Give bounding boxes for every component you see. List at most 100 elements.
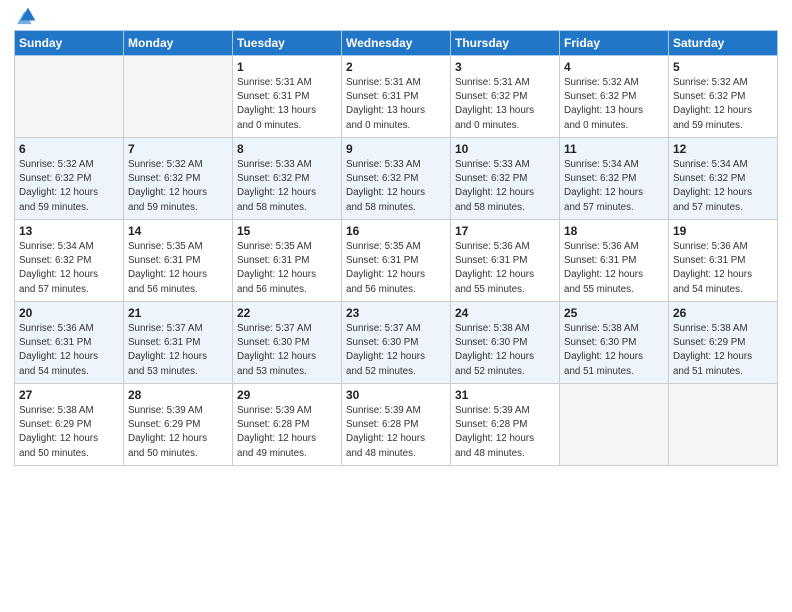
- weekday-header-wednesday: Wednesday: [342, 31, 451, 56]
- day-number: 30: [346, 388, 446, 402]
- day-number: 10: [455, 142, 555, 156]
- day-number: 21: [128, 306, 228, 320]
- day-number: 23: [346, 306, 446, 320]
- day-info: Sunrise: 5:34 AM Sunset: 6:32 PM Dayligh…: [564, 158, 664, 215]
- calendar-cell: [669, 384, 778, 466]
- calendar-week-row: 6 Sunrise: 5:32 AM Sunset: 6:32 PM Daylig…: [15, 138, 778, 220]
- calendar-cell: 13Sunrise: 5:34 AM Sunset: 6:32 PM Dayli…: [15, 220, 124, 302]
- calendar-cell: [124, 56, 233, 138]
- logo: [14, 14, 39, 26]
- calendar-cell: 7Sunrise: 5:32 AM Sunset: 6:32 PM Daylig…: [124, 138, 233, 220]
- day-number: 1: [237, 60, 337, 74]
- weekday-header-saturday: Saturday: [669, 31, 778, 56]
- day-info: Sunrise: 5:32 AM Sunset: 6:32 PM Dayligh…: [564, 76, 664, 133]
- weekday-header-row: SundayMondayTuesdayWednesdayThursdayFrid…: [15, 31, 778, 56]
- day-info: Sunrise: 5:38 AM Sunset: 6:29 PM Dayligh…: [19, 404, 119, 461]
- calendar-cell: 20 Sunrise: 5:36 AM Sunset: 6:31 PM Dayli…: [15, 302, 124, 384]
- calendar-table: SundayMondayTuesdayWednesdayThursdayFrid…: [14, 30, 778, 466]
- calendar-cell: [15, 56, 124, 138]
- calendar-week-row: 20 Sunrise: 5:36 AM Sunset: 6:31 PM Dayli…: [15, 302, 778, 384]
- calendar-cell: 31 Sunrise: 5:39 AM Sunset: 6:28 PM Dayli…: [451, 384, 560, 466]
- day-info: Sunrise: 5:36 AM Sunset: 6:31 PM Dayligh…: [455, 240, 555, 297]
- day-number: 5: [673, 60, 773, 74]
- day-info: Sunrise: 5:38 AM Sunset: 6:30 PM Dayligh…: [564, 322, 664, 379]
- day-number: 17: [455, 224, 555, 238]
- calendar-cell: 19 Sunrise: 5:36 AM Sunset: 6:31 PM Dayli…: [669, 220, 778, 302]
- day-number: 13: [19, 224, 119, 238]
- day-number: 6: [19, 142, 119, 156]
- day-number: 4: [564, 60, 664, 74]
- day-number: 14: [128, 224, 228, 238]
- calendar-cell: 3 Sunrise: 5:31 AM Sunset: 6:32 PM Daylig…: [451, 56, 560, 138]
- calendar-cell: 4 Sunrise: 5:32 AM Sunset: 6:32 PM Daylig…: [560, 56, 669, 138]
- day-info: Sunrise: 5:38 AM Sunset: 6:30 PM Dayligh…: [455, 322, 555, 379]
- day-number: 2: [346, 60, 446, 74]
- day-info: Sunrise: 5:37 AM Sunset: 6:30 PM Dayligh…: [346, 322, 446, 379]
- day-info: Sunrise: 5:36 AM Sunset: 6:31 PM Dayligh…: [673, 240, 773, 297]
- calendar-cell: 25 Sunrise: 5:38 AM Sunset: 6:30 PM Dayli…: [560, 302, 669, 384]
- logo-icon: [17, 4, 39, 26]
- calendar-cell: 21 Sunrise: 5:37 AM Sunset: 6:31 PM Dayli…: [124, 302, 233, 384]
- calendar-cell: 2 Sunrise: 5:31 AM Sunset: 6:31 PM Daylig…: [342, 56, 451, 138]
- day-number: 22: [237, 306, 337, 320]
- day-info: Sunrise: 5:37 AM Sunset: 6:31 PM Dayligh…: [128, 322, 228, 379]
- day-info: Sunrise: 5:36 AM Sunset: 6:31 PM Dayligh…: [564, 240, 664, 297]
- day-info: Sunrise: 5:35 AM Sunset: 6:31 PM Dayligh…: [128, 240, 228, 297]
- calendar-cell: 1 Sunrise: 5:31 AM Sunset: 6:31 PM Daylig…: [233, 56, 342, 138]
- header: [14, 10, 778, 26]
- weekday-header-monday: Monday: [124, 31, 233, 56]
- day-number: 25: [564, 306, 664, 320]
- day-info: Sunrise: 5:39 AM Sunset: 6:28 PM Dayligh…: [346, 404, 446, 461]
- day-info: Sunrise: 5:37 AM Sunset: 6:30 PM Dayligh…: [237, 322, 337, 379]
- day-info: Sunrise: 5:38 AM Sunset: 6:29 PM Dayligh…: [673, 322, 773, 379]
- day-number: 26: [673, 306, 773, 320]
- day-info: Sunrise: 5:39 AM Sunset: 6:28 PM Dayligh…: [237, 404, 337, 461]
- day-info: Sunrise: 5:33 AM Sunset: 6:32 PM Dayligh…: [237, 158, 337, 215]
- calendar-cell: 28Sunrise: 5:39 AM Sunset: 6:29 PM Dayli…: [124, 384, 233, 466]
- day-number: 15: [237, 224, 337, 238]
- calendar-cell: 18 Sunrise: 5:36 AM Sunset: 6:31 PM Dayli…: [560, 220, 669, 302]
- day-number: 3: [455, 60, 555, 74]
- day-info: Sunrise: 5:32 AM Sunset: 6:32 PM Dayligh…: [19, 158, 119, 215]
- calendar-cell: 23 Sunrise: 5:37 AM Sunset: 6:30 PM Dayli…: [342, 302, 451, 384]
- day-number: 29: [237, 388, 337, 402]
- calendar-cell: 16Sunrise: 5:35 AM Sunset: 6:31 PM Dayli…: [342, 220, 451, 302]
- calendar-cell: 5Sunrise: 5:32 AM Sunset: 6:32 PM Daylig…: [669, 56, 778, 138]
- weekday-header-sunday: Sunday: [15, 31, 124, 56]
- day-number: 12: [673, 142, 773, 156]
- day-info: Sunrise: 5:39 AM Sunset: 6:28 PM Dayligh…: [455, 404, 555, 461]
- weekday-header-thursday: Thursday: [451, 31, 560, 56]
- day-number: 24: [455, 306, 555, 320]
- calendar-cell: 15 Sunrise: 5:35 AM Sunset: 6:31 PM Dayli…: [233, 220, 342, 302]
- calendar-cell: 8Sunrise: 5:33 AM Sunset: 6:32 PM Daylig…: [233, 138, 342, 220]
- calendar-week-row: 13Sunrise: 5:34 AM Sunset: 6:32 PM Dayli…: [15, 220, 778, 302]
- day-number: 27: [19, 388, 119, 402]
- day-info: Sunrise: 5:39 AM Sunset: 6:29 PM Dayligh…: [128, 404, 228, 461]
- day-info: Sunrise: 5:36 AM Sunset: 6:31 PM Dayligh…: [19, 322, 119, 379]
- calendar-cell: 12Sunrise: 5:34 AM Sunset: 6:32 PM Dayli…: [669, 138, 778, 220]
- calendar-cell: 11 Sunrise: 5:34 AM Sunset: 6:32 PM Dayli…: [560, 138, 669, 220]
- calendar-week-row: 1 Sunrise: 5:31 AM Sunset: 6:31 PM Daylig…: [15, 56, 778, 138]
- calendar-cell: 30 Sunrise: 5:39 AM Sunset: 6:28 PM Dayli…: [342, 384, 451, 466]
- calendar-cell: 27 Sunrise: 5:38 AM Sunset: 6:29 PM Dayli…: [15, 384, 124, 466]
- calendar-cell: 26 Sunrise: 5:38 AM Sunset: 6:29 PM Dayli…: [669, 302, 778, 384]
- calendar-cell: 17 Sunrise: 5:36 AM Sunset: 6:31 PM Dayli…: [451, 220, 560, 302]
- day-number: 18: [564, 224, 664, 238]
- calendar-cell: 6 Sunrise: 5:32 AM Sunset: 6:32 PM Daylig…: [15, 138, 124, 220]
- day-number: 9: [346, 142, 446, 156]
- day-info: Sunrise: 5:33 AM Sunset: 6:32 PM Dayligh…: [346, 158, 446, 215]
- day-number: 31: [455, 388, 555, 402]
- page: SundayMondayTuesdayWednesdayThursdayFrid…: [0, 0, 792, 612]
- day-info: Sunrise: 5:35 AM Sunset: 6:31 PM Dayligh…: [237, 240, 337, 297]
- calendar-cell: 14 Sunrise: 5:35 AM Sunset: 6:31 PM Dayli…: [124, 220, 233, 302]
- calendar-cell: 24 Sunrise: 5:38 AM Sunset: 6:30 PM Dayli…: [451, 302, 560, 384]
- day-info: Sunrise: 5:31 AM Sunset: 6:31 PM Dayligh…: [237, 76, 337, 133]
- day-number: 11: [564, 142, 664, 156]
- calendar-cell: 29 Sunrise: 5:39 AM Sunset: 6:28 PM Dayli…: [233, 384, 342, 466]
- day-number: 20: [19, 306, 119, 320]
- day-info: Sunrise: 5:31 AM Sunset: 6:32 PM Dayligh…: [455, 76, 555, 133]
- day-info: Sunrise: 5:31 AM Sunset: 6:31 PM Dayligh…: [346, 76, 446, 133]
- day-number: 19: [673, 224, 773, 238]
- calendar-cell: 22 Sunrise: 5:37 AM Sunset: 6:30 PM Dayli…: [233, 302, 342, 384]
- day-info: Sunrise: 5:32 AM Sunset: 6:32 PM Dayligh…: [128, 158, 228, 215]
